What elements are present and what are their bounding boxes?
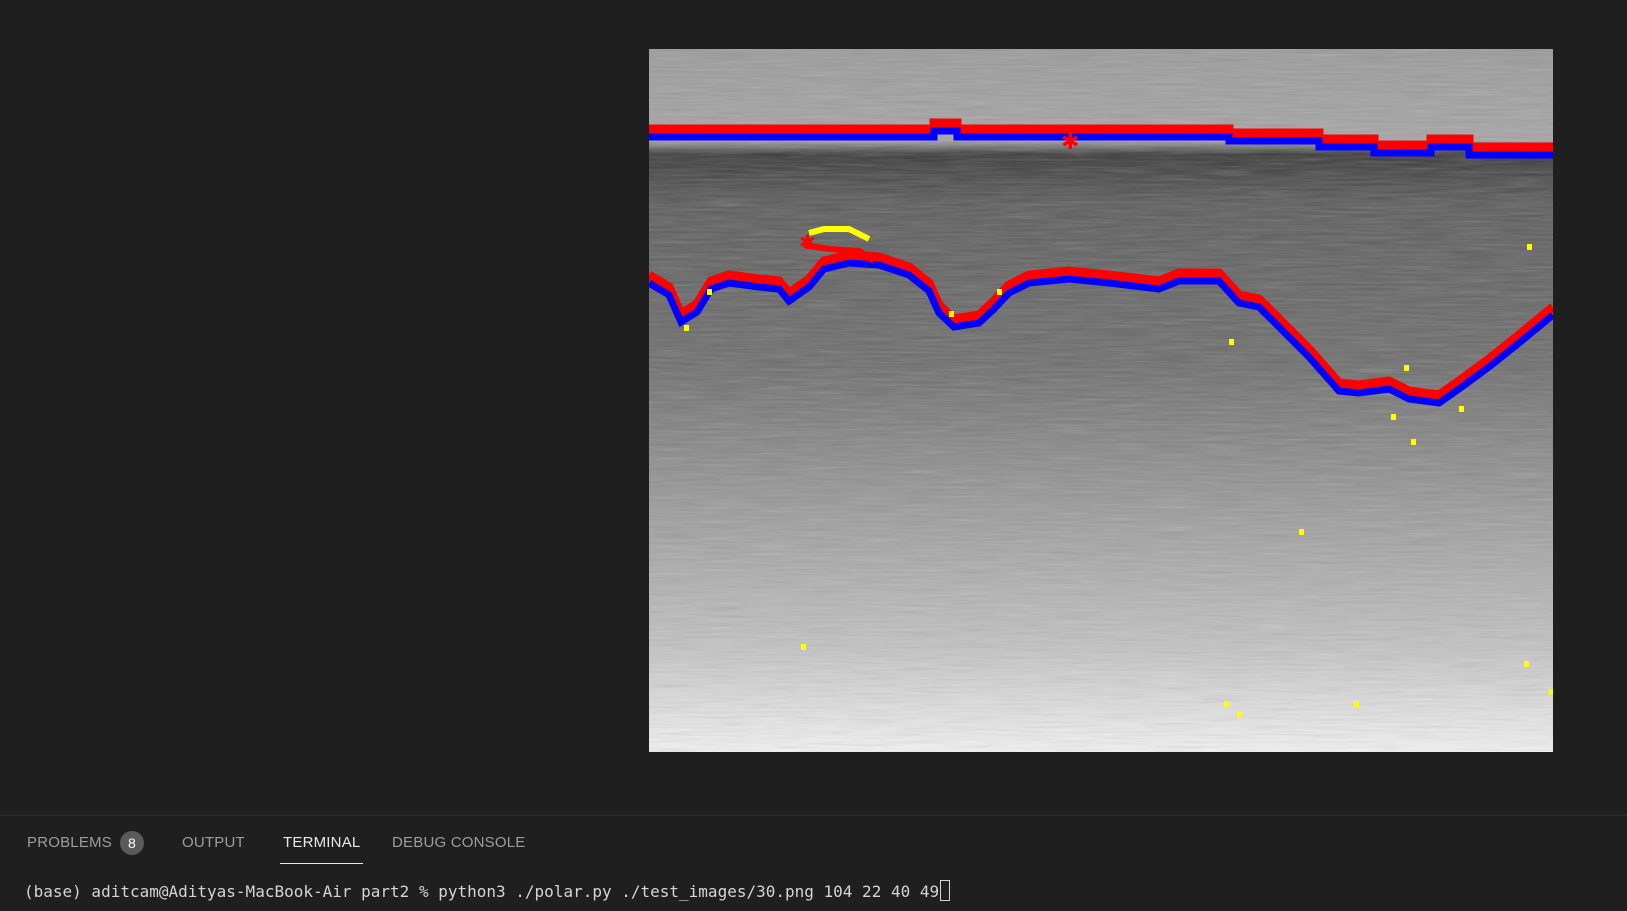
panel-tabs: PROBLEMS 8 OUTPUT TERMINAL DEBUG CONSOLE (0, 816, 1627, 866)
noise-dot (707, 289, 712, 295)
terminal-cursor (940, 880, 951, 901)
noise-dot (1224, 701, 1229, 707)
tab-terminal[interactable]: TERMINAL (280, 829, 364, 864)
noise-dot (1459, 406, 1464, 412)
surface-marker-star: ✱ (1061, 130, 1079, 155)
tab-output-label: OUTPUT (182, 834, 245, 851)
noise-dot (1237, 712, 1242, 718)
image-viewer[interactable]: ✱ ✱ (649, 49, 1553, 752)
bottom-panel: PROBLEMS 8 OUTPUT TERMINAL DEBUG CONSOLE … (0, 815, 1627, 911)
tab-debug-console-label: DEBUG CONSOLE (392, 834, 526, 851)
noise-dot (1354, 701, 1359, 707)
noise-dot (1549, 689, 1553, 695)
tab-problems[interactable]: PROBLEMS 8 (27, 829, 144, 863)
noise-dot (684, 325, 689, 331)
problems-count-badge: 8 (119, 831, 144, 855)
noise-dot (1411, 439, 1416, 445)
tab-output[interactable]: OUTPUT (182, 829, 245, 863)
noise-dot (1229, 339, 1234, 345)
bedrock-marker-star: ✱ (799, 230, 816, 254)
noise-dot (1527, 244, 1532, 250)
noise-dot (801, 644, 806, 650)
noise-dot (1404, 365, 1409, 371)
terminal-output[interactable]: (base) aditcam@Adityas-MacBook-Air part2… (24, 880, 951, 901)
radar-image: ✱✱ (649, 49, 1553, 752)
noise-dot (949, 311, 954, 317)
noise-dot (1299, 529, 1304, 535)
terminal-command-line: (base) aditcam@Adityas-MacBook-Air part2… (24, 882, 940, 901)
tab-problems-label: PROBLEMS (27, 834, 112, 851)
editor-area: ✱ ✱ (0, 0, 1627, 815)
noise-dot (1524, 661, 1529, 667)
tab-terminal-label: TERMINAL (283, 834, 361, 851)
noise-dot (1391, 414, 1396, 420)
noise-dot (997, 289, 1002, 295)
tab-debug-console[interactable]: DEBUG CONSOLE (392, 829, 525, 863)
